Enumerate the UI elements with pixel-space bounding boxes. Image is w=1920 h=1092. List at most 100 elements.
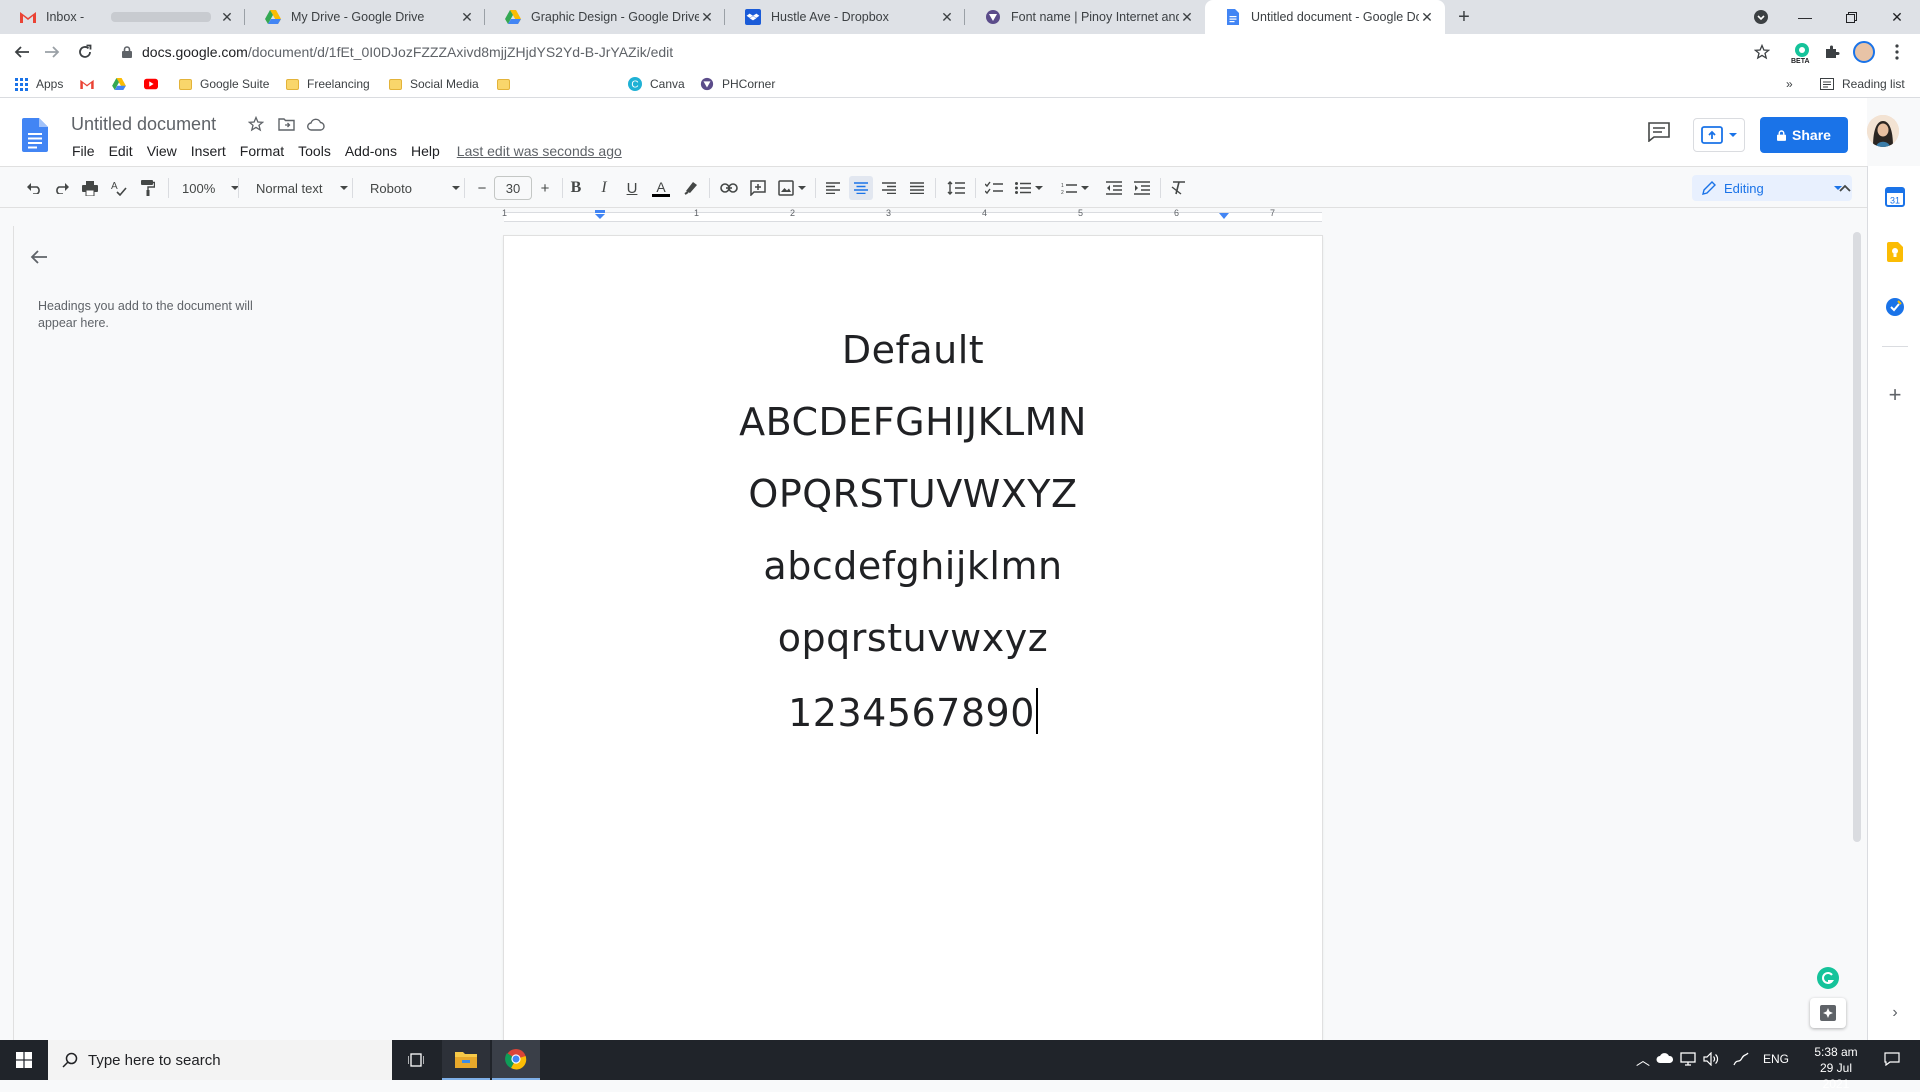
- increase-font-size-button[interactable]: +: [533, 176, 557, 200]
- underline-icon[interactable]: U: [620, 176, 644, 200]
- volume-icon[interactable]: [1703, 1052, 1719, 1066]
- task-view-icon[interactable]: [392, 1040, 440, 1080]
- tab-inbox[interactable]: Inbox - ✕: [0, 0, 245, 34]
- restore-button[interactable]: [1828, 0, 1874, 34]
- close-icon[interactable]: ✕: [1419, 9, 1435, 25]
- docs-logo-icon[interactable]: [22, 118, 48, 152]
- document-title[interactable]: Untitled document: [71, 114, 216, 135]
- back-arrow-icon[interactable]: [10, 40, 34, 64]
- doc-line-heading[interactable]: Default: [504, 328, 1322, 372]
- line-spacing-icon[interactable]: [944, 176, 968, 200]
- profile-avatar[interactable]: [1852, 40, 1876, 64]
- menu-help[interactable]: Help: [404, 143, 447, 159]
- more-bookmarks-icon[interactable]: »: [1786, 75, 1793, 93]
- decrease-font-size-button[interactable]: −: [470, 176, 494, 200]
- close-outline-arrow-icon[interactable]: [30, 249, 54, 273]
- tab-graphic-design[interactable]: Graphic Design - Google Drive ✕: [485, 0, 725, 34]
- doc-line-uppercase-2[interactable]: OPQRSTUVWXYZ: [504, 472, 1322, 516]
- bold-icon[interactable]: B: [564, 176, 588, 200]
- tab-pinoy-internet[interactable]: Font name | Pinoy Internet and T ✕: [965, 0, 1205, 34]
- comment-history-icon[interactable]: [1648, 122, 1672, 146]
- bookmark-drive[interactable]: [112, 75, 134, 93]
- editing-mode-select[interactable]: Editing: [1692, 175, 1852, 201]
- file-explorer-icon[interactable]: [442, 1040, 490, 1080]
- move-folder-icon[interactable]: [276, 114, 296, 134]
- cloud-saved-icon[interactable]: [306, 114, 326, 134]
- align-right-icon[interactable]: [877, 176, 901, 200]
- extensions-puzzle-icon[interactable]: [1820, 40, 1844, 64]
- windows-start-icon[interactable]: [0, 1040, 48, 1080]
- minimize-button[interactable]: —: [1782, 0, 1828, 34]
- reading-list-button[interactable]: Reading list: [1820, 75, 1905, 93]
- bookmark-social-media[interactable]: Social Media: [388, 75, 479, 93]
- menu-edit[interactable]: Edit: [102, 143, 140, 159]
- doc-line-lowercase-1[interactable]: abcdefghijklmn: [504, 544, 1322, 588]
- paragraph-style-select[interactable]: Normal text: [256, 176, 349, 200]
- right-indent-marker[interactable]: [1218, 212, 1230, 222]
- insert-image-icon[interactable]: [775, 176, 809, 200]
- network-icon[interactable]: [1680, 1052, 1696, 1066]
- collapse-menus-icon[interactable]: [1833, 176, 1857, 200]
- bulleted-list-icon[interactable]: [1011, 176, 1047, 200]
- pen-workspace-icon[interactable]: [1733, 1052, 1749, 1066]
- taskbar-search-input[interactable]: Type here to search: [48, 1040, 392, 1080]
- font-family-select[interactable]: Roboto: [370, 176, 460, 200]
- last-edit-link[interactable]: Last edit was seconds ago: [457, 143, 622, 159]
- text-color-icon[interactable]: A: [649, 176, 673, 200]
- star-icon[interactable]: [246, 114, 266, 134]
- forward-arrow-icon[interactable]: [40, 40, 64, 64]
- bookmark-phcorner[interactable]: PHCorner: [700, 75, 775, 93]
- doc-line-lowercase-2[interactable]: opqrstuvwxyz: [504, 616, 1322, 660]
- align-center-icon[interactable]: [849, 176, 873, 200]
- menu-format[interactable]: Format: [233, 143, 291, 159]
- keep-icon[interactable]: [1884, 241, 1906, 263]
- add-comment-icon[interactable]: [746, 176, 770, 200]
- new-tab-button[interactable]: +: [1454, 7, 1474, 27]
- tab-my-drive[interactable]: My Drive - Google Drive ✕: [245, 0, 485, 34]
- print-icon[interactable]: [78, 176, 102, 200]
- close-icon[interactable]: ✕: [1179, 9, 1195, 25]
- account-avatar[interactable]: [1867, 115, 1899, 147]
- bookmark-folder[interactable]: [496, 75, 518, 93]
- close-icon[interactable]: ✕: [939, 9, 955, 25]
- notifications-icon[interactable]: [1884, 1052, 1900, 1066]
- url-input[interactable]: docs.google.com/document/d/1fEt_0I0DJozF…: [108, 38, 1788, 66]
- chrome-taskbar-icon[interactable]: [492, 1040, 540, 1080]
- justify-icon[interactable]: [905, 176, 929, 200]
- close-icon[interactable]: ✕: [459, 9, 475, 25]
- tab-dropbox[interactable]: Hustle Ave - Dropbox ✕: [725, 0, 965, 34]
- doc-line-uppercase-1[interactable]: ABCDEFGHIJKLMN: [504, 400, 1322, 444]
- redo-icon[interactable]: [50, 176, 74, 200]
- close-icon[interactable]: ✕: [219, 9, 235, 25]
- bookmark-freelancing[interactable]: Freelancing: [285, 75, 370, 93]
- input-language[interactable]: ENG: [1763, 1052, 1789, 1066]
- italic-icon[interactable]: I: [592, 176, 616, 200]
- checklist-icon[interactable]: [982, 176, 1006, 200]
- clear-formatting-icon[interactable]: [1167, 176, 1191, 200]
- menu-add-ons[interactable]: Add-ons: [338, 143, 404, 159]
- menu-tools[interactable]: Tools: [291, 143, 338, 159]
- clock[interactable]: 5:38 am 29 Jul 2021: [1806, 1044, 1866, 1092]
- bookmark-youtube[interactable]: [144, 75, 166, 93]
- grammarly-widget-icon[interactable]: [1816, 966, 1840, 990]
- onedrive-icon[interactable]: [1656, 1052, 1674, 1064]
- get-addons-plus-icon[interactable]: +: [1884, 382, 1906, 407]
- menu-view[interactable]: View: [140, 143, 184, 159]
- tab-untitled-document[interactable]: Untitled document - Google Doc ✕: [1205, 0, 1445, 34]
- align-left-icon[interactable]: [821, 176, 845, 200]
- bookmark-google-suite[interactable]: Google Suite: [178, 75, 269, 93]
- zoom-select[interactable]: 100%: [182, 176, 240, 200]
- increase-indent-icon[interactable]: [1130, 176, 1154, 200]
- undo-icon[interactable]: [22, 176, 46, 200]
- explore-button[interactable]: [1810, 998, 1846, 1028]
- numbered-list-icon[interactable]: 12: [1057, 176, 1093, 200]
- vertical-scrollbar[interactable]: [1850, 226, 1864, 1040]
- present-button[interactable]: [1693, 118, 1745, 152]
- tab-search-button[interactable]: [1738, 0, 1784, 34]
- bookmark-canva[interactable]: C Canva: [628, 75, 685, 93]
- document-page[interactable]: Default ABCDEFGHIJKLMN OPQRSTUVWXYZ abcd…: [504, 236, 1322, 1040]
- doc-line-numbers[interactable]: 1234567890: [504, 688, 1322, 735]
- reload-icon[interactable]: [73, 40, 97, 64]
- calendar-icon[interactable]: 31: [1884, 186, 1906, 208]
- close-window-button[interactable]: ✕: [1874, 0, 1920, 34]
